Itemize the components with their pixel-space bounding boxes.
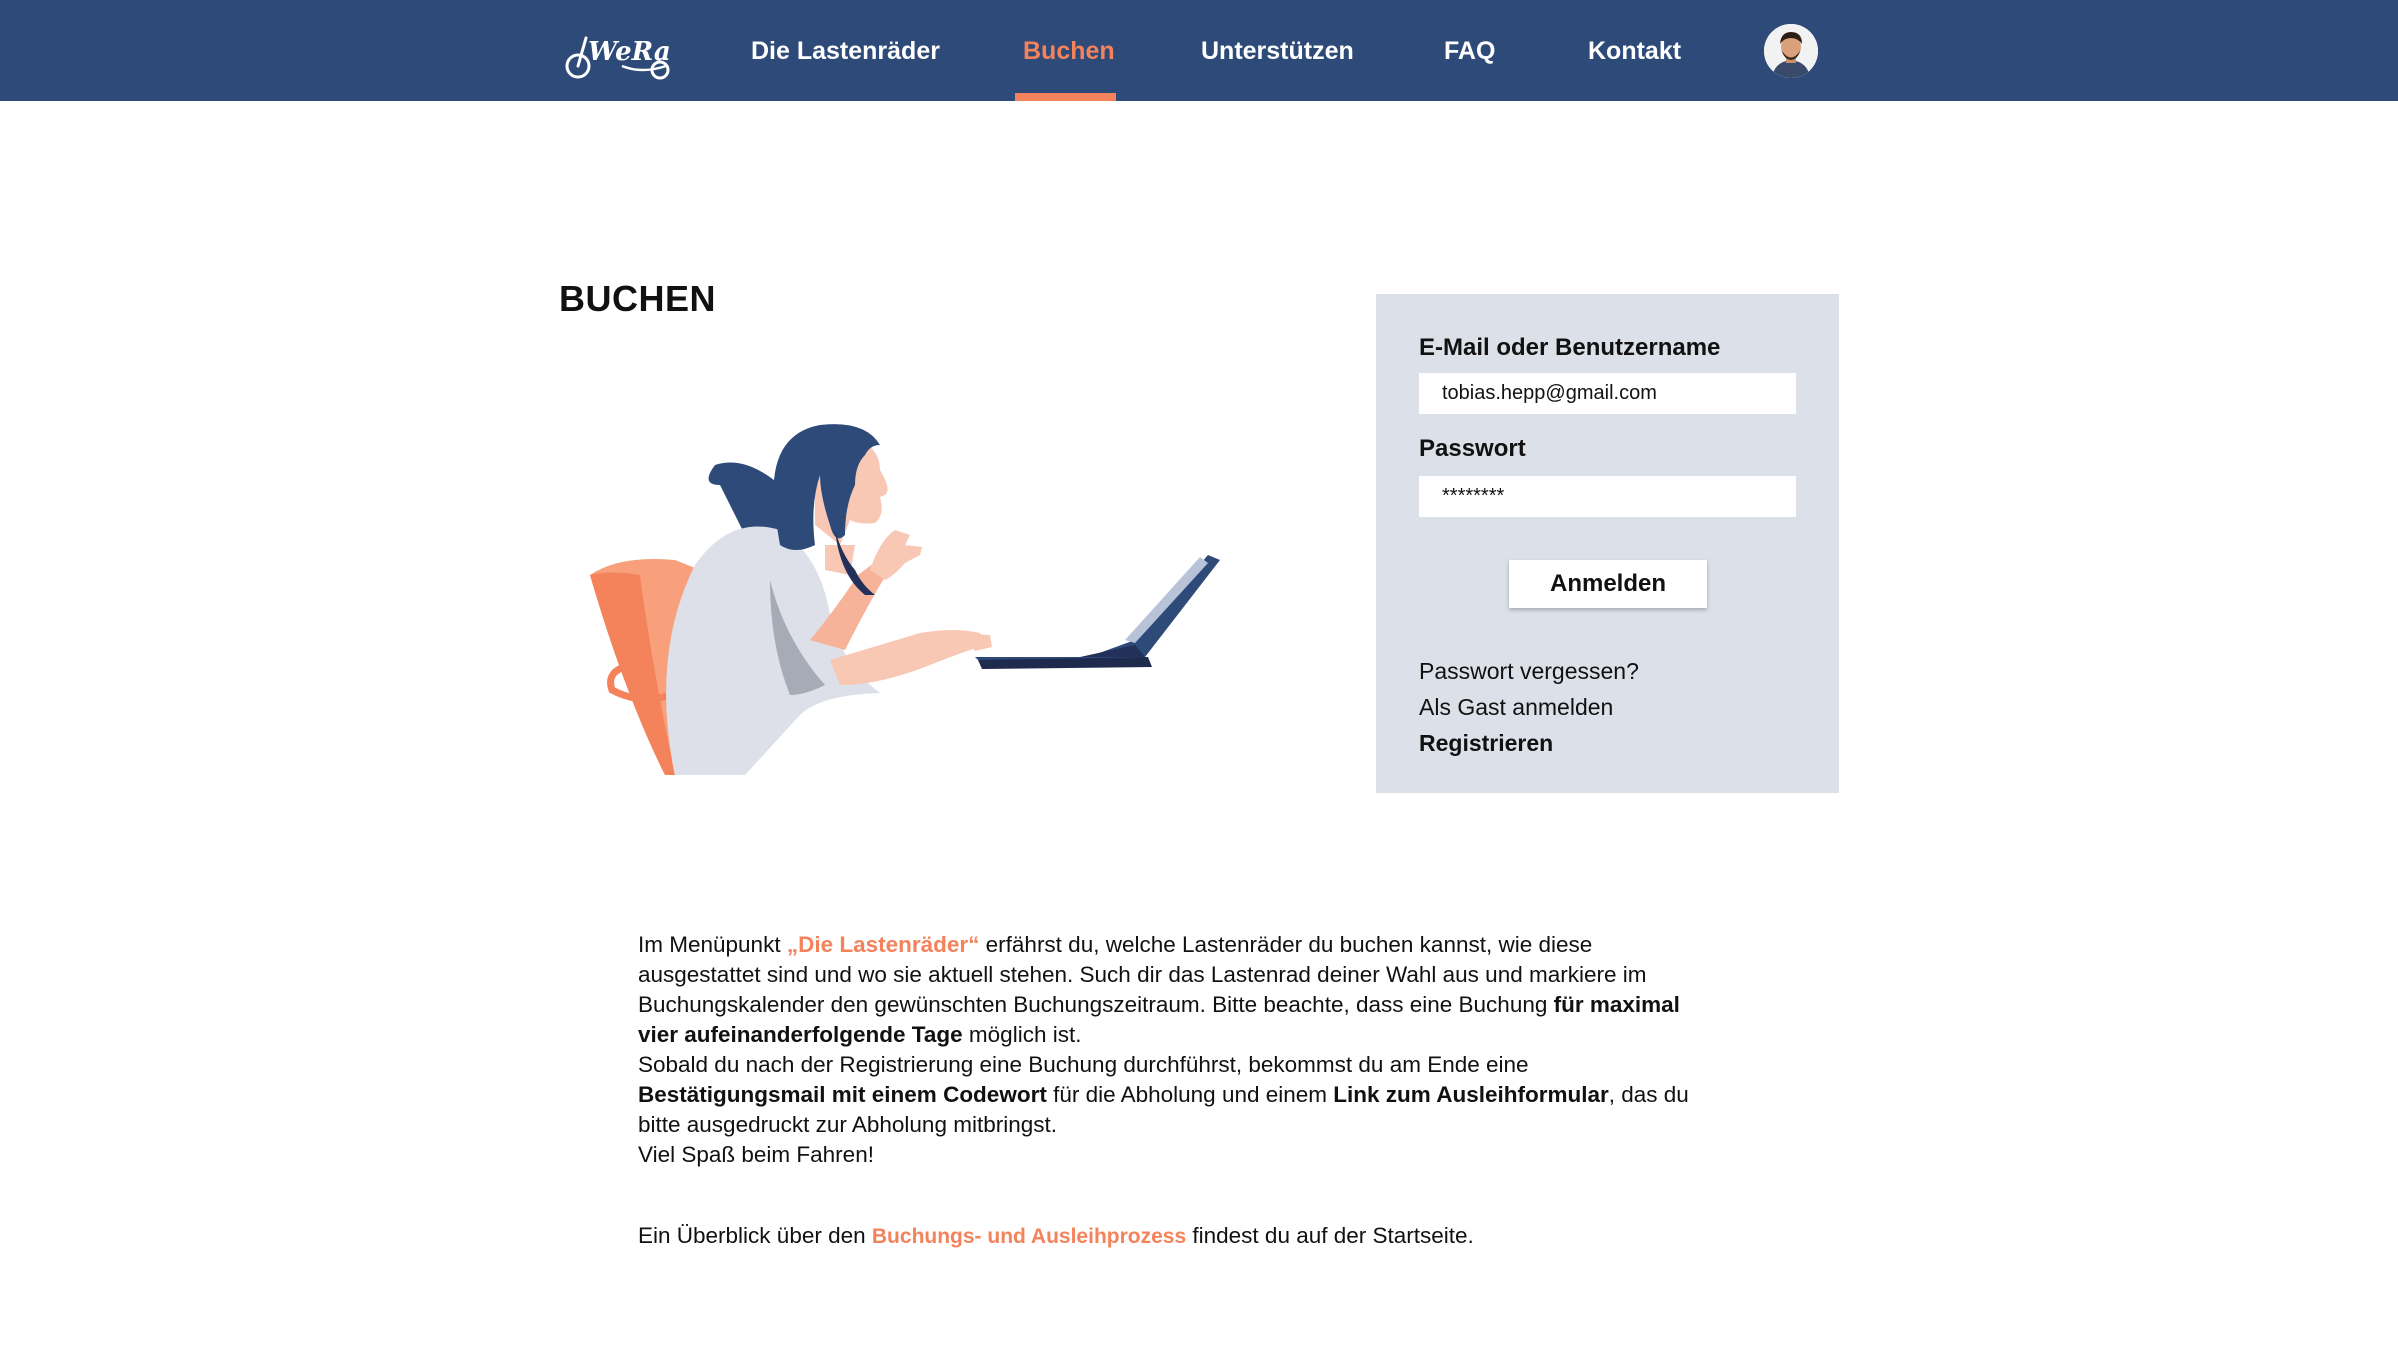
login-button[interactable]: Anmelden (1509, 560, 1707, 608)
avatar-portrait-icon (1764, 24, 1818, 78)
password-field[interactable]: ******** (1419, 476, 1796, 517)
active-tab-indicator (1015, 93, 1116, 101)
info-paragraph-3: Viel Spaß beim Fahren! (638, 1142, 874, 1167)
email-field[interactable]: tobias.hepp@gmail.com (1419, 373, 1796, 414)
woman-at-laptop-illustration (590, 424, 1220, 775)
nav-item-die-lastenraeder[interactable]: Die Lastenräder (751, 0, 940, 101)
info-paragraph-2: Sobald du nach der Registrierung eine Bu… (638, 1052, 1689, 1137)
booking-info-text: Im Menüpunkt „Die Lastenräder“ erfährst … (638, 930, 1698, 1170)
page-title: BUCHEN (559, 278, 717, 319)
guest-login-link[interactable]: Als Gast anmelden (1419, 694, 1613, 721)
overview-text: Ein Überblick über den Buchungs- und Aus… (638, 1223, 1474, 1248)
nav-item-unterstuetzen[interactable]: Unterstützen (1201, 0, 1354, 101)
user-avatar[interactable] (1764, 24, 1818, 78)
nav-item-faq[interactable]: FAQ (1444, 0, 1495, 101)
register-link[interactable]: Registrieren (1419, 730, 1553, 757)
info-paragraph-1: Im Menüpunkt „Die Lastenräder“ erfährst … (638, 932, 1680, 1047)
navbar: WeRa Die Lastenräder Buchen Unterstützen… (0, 0, 2398, 101)
lastenraeder-link[interactable]: „Die Lastenräder“ (787, 932, 980, 957)
wera-logo[interactable]: WeRa (562, 26, 678, 82)
email-label: E-Mail oder Benutzername (1419, 334, 1721, 361)
nav-item-kontakt[interactable]: Kontakt (1588, 0, 1681, 101)
booking-process-link[interactable]: Buchungs- und Ausleihprozess (872, 1225, 1186, 1248)
password-label: Passwort (1419, 435, 1526, 462)
nav-item-buchen[interactable]: Buchen (1023, 0, 1115, 101)
login-panel: E-Mail oder Benutzername tobias.hepp@gma… (1376, 294, 1839, 793)
forgot-password-link[interactable]: Passwort vergessen? (1419, 658, 1639, 685)
